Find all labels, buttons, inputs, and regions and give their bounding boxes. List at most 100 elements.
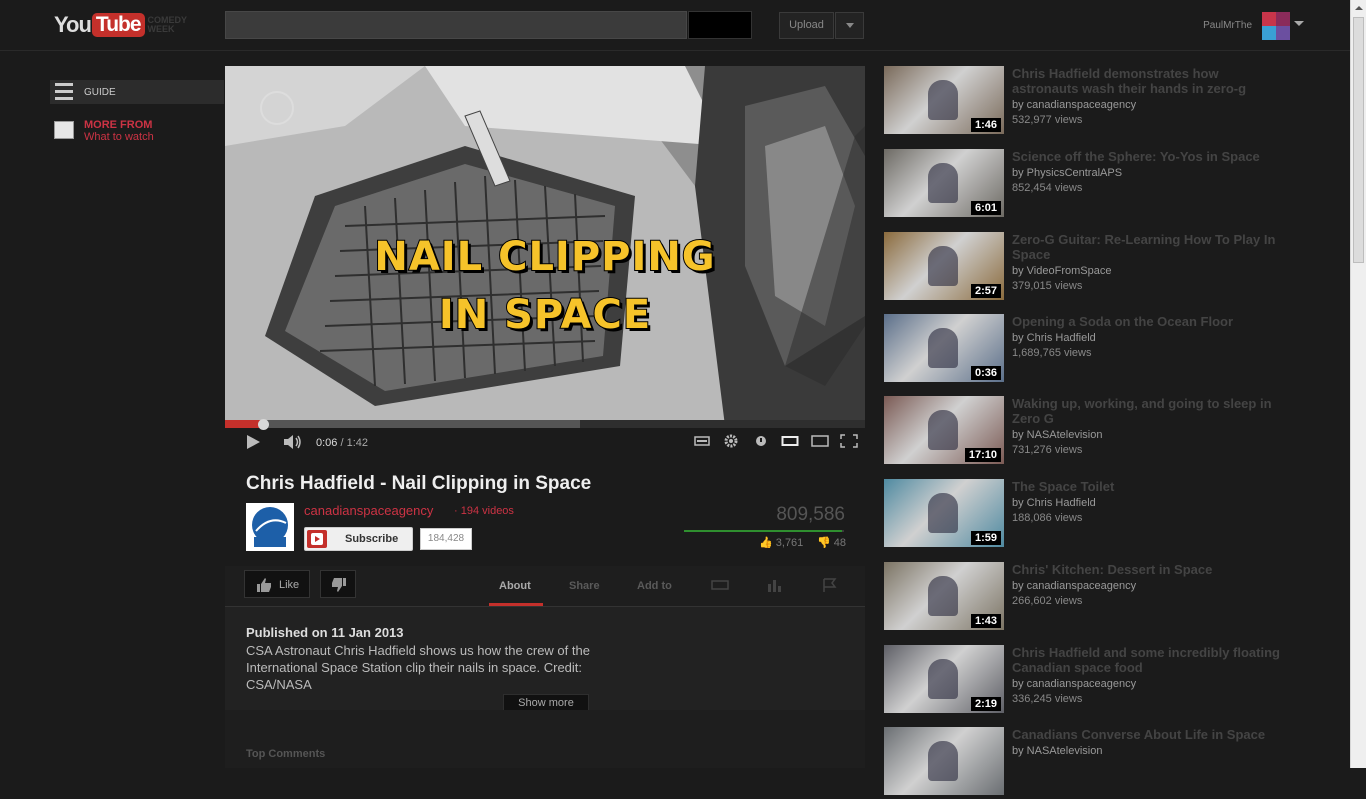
video-overlay-title-line2: IN SPACE	[438, 291, 652, 339]
related-video-thumbnail[interactable]: 6:01	[884, 149, 1004, 217]
transcript-icon[interactable]	[711, 578, 729, 592]
current-time: 0:06	[316, 437, 338, 449]
search-input[interactable]	[225, 11, 687, 39]
channel-video-count-link[interactable]: · 194 videos	[454, 505, 514, 517]
scroll-up-arrow-icon[interactable]	[1355, 6, 1363, 10]
progress-bar[interactable]	[225, 419, 865, 430]
related-video-item[interactable]: 2:19 Chris Hadfield and some incredibly f…	[884, 645, 1344, 717]
more-from-icon[interactable]	[54, 121, 74, 139]
related-video-views: 336,245 views	[1012, 693, 1083, 705]
volume-icon[interactable]	[283, 434, 303, 450]
related-video-title[interactable]: Chris Hadfield and some incredibly float…	[1012, 645, 1282, 675]
menu-icon	[55, 83, 73, 101]
related-video-item[interactable]: 17:10 Waking up, working, and going to sl…	[884, 396, 1344, 468]
related-video-views: 266,602 views	[1012, 595, 1083, 607]
thumbnail-figure	[928, 493, 958, 533]
gear-icon[interactable]	[722, 434, 740, 448]
related-video-item[interactable]: 0:36 Opening a Soda on the Ocean Floor by …	[884, 314, 1344, 386]
like-button[interactable]: Like	[244, 570, 310, 598]
related-video-item[interactable]: 2:57 Zero-G Guitar: Re-Learning How To Pl…	[884, 232, 1344, 304]
avatar[interactable]	[1262, 12, 1290, 40]
upload-button[interactable]: Upload	[779, 12, 834, 39]
related-video-views: 731,276 views	[1012, 444, 1083, 456]
related-video-thumbnail[interactable]: 0:36	[884, 314, 1004, 382]
player-controls: 0:06 / 1:42	[225, 419, 865, 458]
published-date: Published on 11 Jan 2013	[246, 625, 404, 640]
related-video-title[interactable]: The Space Toilet	[1012, 479, 1282, 494]
fullscreen-icon[interactable]	[840, 434, 858, 448]
more-from-title[interactable]: MORE FROM	[84, 119, 152, 131]
flag-icon[interactable]	[821, 578, 839, 592]
account-menu-chevron-icon[interactable]	[1294, 21, 1304, 26]
description-text: CSA Astronaut Chris Hadfield shows us ho…	[246, 643, 590, 692]
related-video-item[interactable]: 1:43 Chris' Kitchen: Dessert in Space by c…	[884, 562, 1344, 634]
related-video-title[interactable]: Opening a Soda on the Ocean Floor	[1012, 314, 1282, 329]
related-video-item[interactable]: Canadians Converse About Life in Space by…	[884, 727, 1344, 799]
progress-scrubber-handle[interactable]	[257, 419, 269, 430]
video-overlay-title-line1: NAIL CLIPPING	[373, 233, 716, 281]
thumbnail-figure	[928, 410, 958, 450]
captions-icon[interactable]	[693, 434, 711, 448]
related-video-title[interactable]: Science off the Sphere: Yo-Yos in Space	[1012, 149, 1282, 164]
dislike-count: 👎 48	[817, 536, 846, 549]
related-video-title[interactable]: Zero-G Guitar: Re-Learning How To Play I…	[1012, 232, 1282, 262]
thumbs-up-icon: 👍	[759, 537, 773, 549]
like-button-label: Like	[279, 579, 300, 591]
video-player[interactable]: NAIL CLIPPING IN SPACE	[225, 66, 865, 426]
like-ratio-fill	[684, 530, 842, 532]
related-video-item[interactable]: 1:59 The Space Toilet by Chris Hadfield 188…	[884, 479, 1344, 551]
related-video-title[interactable]: Waking up, working, and going to sleep i…	[1012, 396, 1282, 426]
thumbnail-figure	[928, 576, 958, 616]
related-video-channel: by canadianspaceagency	[1012, 580, 1137, 592]
related-video-thumbnail[interactable]: 2:57	[884, 232, 1004, 300]
youtube-logo[interactable]: You Tube COMEDY WEEK	[54, 11, 188, 39]
related-video-title[interactable]: Canadians Converse About Life in Space	[1012, 727, 1282, 742]
thumbs-down-icon: 👎	[817, 537, 831, 549]
related-video-title[interactable]: Chris' Kitchen: Dessert in Space	[1012, 562, 1282, 577]
chevron-down-icon	[846, 23, 854, 28]
guide-button[interactable]: GUIDE	[50, 80, 224, 104]
related-video-title[interactable]: Chris Hadfield demonstrates how astronau…	[1012, 66, 1282, 96]
video-duration-badge: 2:19	[970, 697, 1001, 711]
video-duration-badge: 6:01	[970, 201, 1001, 215]
related-video-thumbnail[interactable]: 2:19	[884, 645, 1004, 713]
more-from-subtitle[interactable]: What to watch	[84, 131, 154, 143]
channel-name-link[interactable]: canadianspaceagency	[304, 503, 433, 518]
related-video-channel: by Chris Hadfield	[1012, 332, 1096, 344]
tab-share[interactable]: Share	[569, 580, 600, 592]
play-icon[interactable]	[247, 435, 260, 449]
related-video-thumbnail[interactable]	[884, 727, 1004, 795]
channel-avatar[interactable]	[246, 503, 294, 551]
scrollbar-thumb[interactable]	[1353, 17, 1364, 263]
like-count-value: 3,761	[775, 537, 804, 549]
search-button[interactable]	[688, 11, 752, 39]
username[interactable]: PaulMrThe	[1196, 20, 1252, 31]
related-video-thumbnail[interactable]: 1:43	[884, 562, 1004, 630]
related-video-thumbnail[interactable]: 17:10	[884, 396, 1004, 464]
statistics-icon[interactable]	[765, 578, 783, 592]
time-display: 0:06 / 1:42	[316, 437, 369, 449]
video-duration-badge: 1:59	[970, 531, 1001, 545]
related-video-item[interactable]: 6:01 Science off the Sphere: Yo-Yos in Sp…	[884, 149, 1344, 221]
progress-buffered	[225, 420, 581, 428]
dislike-button[interactable]	[320, 570, 356, 598]
thumbnail-figure	[928, 246, 958, 286]
large-player-icon[interactable]	[811, 434, 829, 448]
related-video-thumbnail[interactable]: 1:59	[884, 479, 1004, 547]
actions-bar: Like About Share Add to	[225, 566, 865, 607]
tab-add-to[interactable]: Add to	[637, 580, 672, 592]
thumbnail-figure	[928, 328, 958, 368]
annotations-icon[interactable]	[752, 434, 770, 448]
related-video-views: 379,015 views	[1012, 280, 1083, 292]
subscribe-button[interactable]: Subscribe	[304, 527, 413, 551]
related-video-item[interactable]: 1:46 Chris Hadfield demonstrates how astr…	[884, 66, 1344, 138]
video-duration-badge: 2:57	[970, 284, 1001, 298]
page-scrollbar[interactable]	[1350, 0, 1366, 768]
small-player-icon[interactable]	[781, 434, 799, 448]
subscriber-count: 184,428	[420, 528, 472, 550]
related-video-views: 1,689,765 views	[1012, 347, 1092, 359]
related-video-thumbnail[interactable]: 1:46	[884, 66, 1004, 134]
upload-menu-button[interactable]	[835, 12, 864, 39]
tab-about[interactable]: About	[499, 580, 531, 592]
guide-label: GUIDE	[84, 87, 116, 98]
